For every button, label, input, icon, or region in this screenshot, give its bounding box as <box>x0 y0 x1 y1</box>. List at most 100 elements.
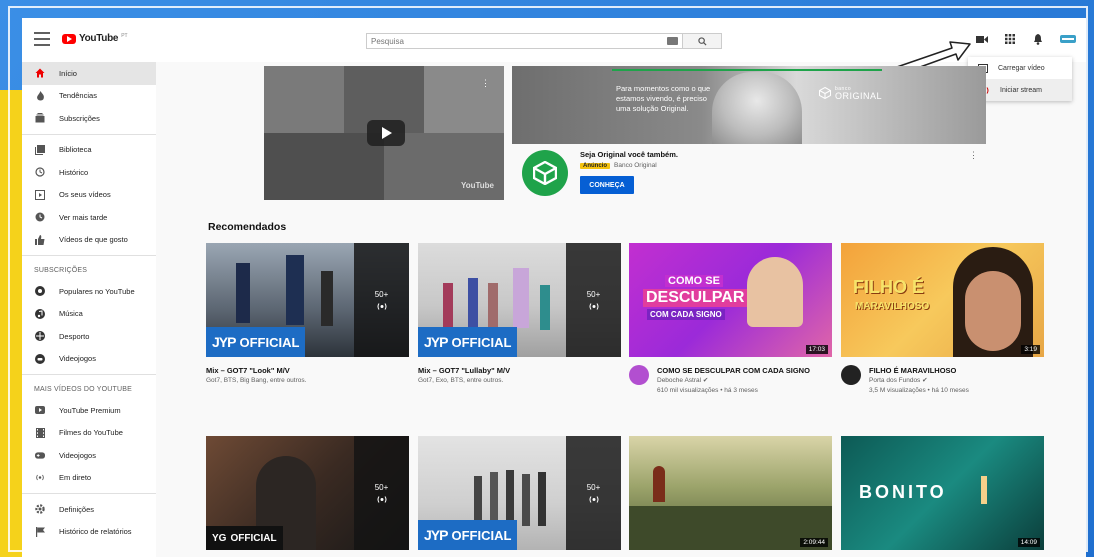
ad-banner[interactable]: Para momentos como o que estamos vivendo… <box>512 66 986 144</box>
cube-logo-icon <box>533 161 557 185</box>
official-text: OFFICIAL <box>239 334 300 350</box>
apps-grid-icon[interactable] <box>1004 33 1016 45</box>
divider <box>22 255 156 256</box>
sidebar-label: Tendências <box>59 91 97 101</box>
ad-advertiser: Banco Original <box>614 162 657 169</box>
ad-video-thumbnail[interactable]: ⋮ YouTube <box>264 66 504 200</box>
video-title[interactable]: Mix – GOT7 "Lullaby" M/V <box>418 365 621 376</box>
more-options-icon[interactable]: ⋮ <box>481 78 490 89</box>
youtube-logo[interactable]: YouTube PT <box>62 33 128 44</box>
video-thumbnail[interactable]: FILHO É MARAVILHOSO 3:19 <box>841 243 1044 357</box>
thumbs-up-icon <box>35 234 45 245</box>
mix-radio-icon <box>377 302 386 310</box>
video-card[interactable]: 50+ JYP OFFICIAL <box>418 436 621 550</box>
video-duration: 14:09 <box>1017 538 1040 547</box>
keyboard-icon[interactable] <box>667 37 678 45</box>
official-text: OFFICIAL <box>451 527 512 543</box>
subscriptions-icon <box>35 113 45 123</box>
video-meta: Mix – GOT7 "Look" M/V Got7, BTS, Big Ban… <box>206 357 409 386</box>
logo-country: PT <box>121 33 128 39</box>
video-card[interactable]: COMO SE DESCULPAR COM CADA SIGNO 17:03 C… <box>629 243 832 396</box>
search-input[interactable] <box>366 33 682 49</box>
video-card[interactable]: 2:09:44 <box>629 436 832 550</box>
sports-channel-icon <box>35 331 45 342</box>
sidebar-item-gaming[interactable]: Videojogos <box>22 348 156 371</box>
sidebar-item-history[interactable]: Histórico <box>22 161 156 184</box>
thumb-title: BONITO <box>859 482 947 502</box>
video-title[interactable]: FILHO É MARAVILHOSO <box>869 365 1044 376</box>
channel-name[interactable]: Deboche Astral ✔ <box>657 376 832 386</box>
sidebar-label: Música <box>59 309 83 319</box>
sidebar-item-popular[interactable]: Populares no YouTube <box>22 280 156 303</box>
sidebar-item-gaming-more[interactable]: Videojogos <box>22 444 156 467</box>
mix-radio-icon <box>589 495 598 503</box>
sidebar-item-trending[interactable]: Tendências <box>22 85 156 108</box>
official-badge: YG OFFICIAL <box>206 526 283 550</box>
video-duration: 3:19 <box>1021 345 1040 354</box>
notifications-bell-icon[interactable] <box>1032 33 1044 45</box>
ad-title[interactable]: Seja Original você também. <box>580 150 678 159</box>
label-logo: YG <box>212 532 227 544</box>
advertiser-logo[interactable] <box>522 150 568 196</box>
video-title[interactable]: COMO SE DESCULPAR COM CADA SIGNO <box>657 365 832 376</box>
video-meta: Mix – GOT7 "Lullaby" M/V Got7, Exo, BTS,… <box>418 357 621 386</box>
channel-avatar[interactable] <box>841 365 861 385</box>
sidebar-label: Definições <box>59 504 95 514</box>
youtube-premium-icon <box>35 405 45 415</box>
account-avatar[interactable] <box>1060 33 1076 45</box>
sidebar-item-home[interactable]: Início <box>22 62 156 85</box>
sidebar-item-liked-videos[interactable]: Vídeos de que gosto <box>22 229 156 252</box>
sidebar-item-report-history[interactable]: Histórico de relatórios <box>22 521 156 544</box>
playlist-count: 50+ <box>586 289 601 299</box>
channel-name[interactable]: Porta dos Fundos ✔ <box>869 376 1044 386</box>
label-logo: JYP <box>424 527 448 543</box>
video-thumbnail[interactable]: COMO SE DESCULPAR COM CADA SIGNO 17:03 <box>629 243 832 357</box>
video-thumbnail[interactable]: 50+ YG OFFICIAL <box>206 436 409 550</box>
video-card[interactable]: 50+ JYP OFFICIAL Mix – GOT7 "Lullaby" M/V… <box>418 243 621 386</box>
search-button[interactable] <box>682 33 722 49</box>
sidebar-item-live[interactable]: Em direto <box>22 467 156 490</box>
sidebar-item-watch-later[interactable]: Ver mais tarde <box>22 206 156 229</box>
playlist-count: 50+ <box>374 482 389 492</box>
video-card[interactable]: 50+ YG OFFICIAL <box>206 436 409 550</box>
video-meta: FILHO É MARAVILHOSO Porta dos Fundos ✔ 3… <box>841 357 1044 396</box>
ad-cta-button[interactable]: CONHEÇA <box>580 176 634 194</box>
official-badge: JYP OFFICIAL <box>206 327 306 357</box>
gear-icon <box>35 504 45 514</box>
sidebar-item-sports[interactable]: Desporto <box>22 325 156 348</box>
sidebar-label: Desporto <box>59 331 90 341</box>
divider <box>22 493 156 494</box>
video-stats: 610 mil visualizações • há 3 meses <box>657 387 758 394</box>
video-thumbnail[interactable]: 50+ JYP OFFICIAL <box>418 243 621 357</box>
sidebar-item-library[interactable]: Biblioteca <box>22 139 156 162</box>
video-title[interactable]: Mix – GOT7 "Look" M/V <box>206 365 409 376</box>
video-card[interactable]: 50+ JYP OFFICIAL Mix – GOT7 "Look" M/V Go… <box>206 243 409 386</box>
ad-badge: Anúncio <box>580 162 610 169</box>
sidebar-item-movies[interactable]: Filmes do YouTube <box>22 422 156 445</box>
ad-more-options-icon[interactable]: ⋮ <box>969 150 978 161</box>
video-thumbnail[interactable]: BONITO 14:09 <box>841 436 1044 550</box>
thumb-text-line2: MARAVILHOSO <box>855 301 930 312</box>
channel-avatar[interactable] <box>629 365 649 385</box>
search-bar <box>366 33 722 49</box>
ad-subtitle: Anúncio Banco Original <box>580 162 657 169</box>
go-live-label: Iniciar stream <box>1000 86 1043 94</box>
video-thumbnail[interactable]: 2:09:44 <box>629 436 832 550</box>
video-card[interactable]: BONITO 14:09 <box>841 436 1044 550</box>
sidebar-item-your-videos[interactable]: Os seus vídeos <box>22 184 156 207</box>
sidebar: Início Tendências Subscrições Biblioteca… <box>22 62 156 557</box>
play-icon[interactable] <box>367 120 405 146</box>
sidebar-item-subscriptions[interactable]: Subscrições <box>22 107 156 130</box>
video-duration: 17:03 <box>805 345 828 354</box>
video-card[interactable]: FILHO É MARAVILHOSO 3:19 FILHO É MARAVIL… <box>841 243 1044 396</box>
ad-progress-bar <box>612 69 882 71</box>
sidebar-label: Histórico <box>59 167 89 177</box>
sidebar-item-music[interactable]: Música <box>22 303 156 326</box>
video-thumbnail[interactable]: 50+ JYP OFFICIAL <box>418 436 621 550</box>
create-video-icon[interactable] <box>976 33 988 45</box>
sidebar-item-premium[interactable]: YouTube Premium <box>22 399 156 422</box>
video-thumbnail[interactable]: 50+ JYP OFFICIAL <box>206 243 409 357</box>
sidebar-item-settings[interactable]: Definições <box>22 498 156 521</box>
cube-logo-icon <box>818 87 831 99</box>
menu-icon[interactable] <box>34 32 50 46</box>
